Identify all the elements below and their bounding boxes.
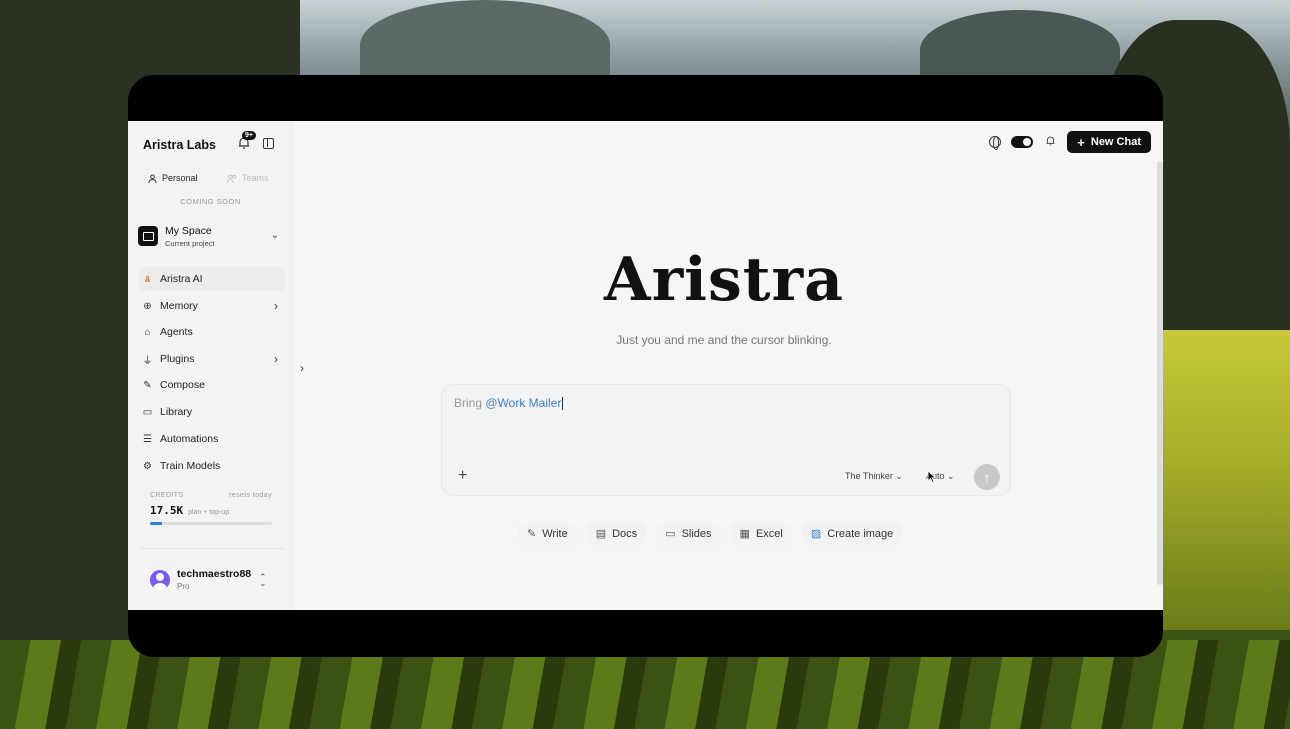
add-attachment-button[interactable]: + — [458, 467, 467, 485]
credits-panel: CREDITS resets today 17.5K plan + top-up — [150, 492, 272, 525]
aristra-logo-icon: ă — [144, 274, 150, 284]
sidebar-item-plugins[interactable]: ⏚ Plugins › — [138, 347, 286, 371]
sidebar-item-label: Library — [160, 406, 193, 418]
sidebar-toggle-icon[interactable] — [263, 138, 274, 149]
create-image-label: Create image — [827, 527, 894, 540]
divider — [140, 548, 285, 549]
sidebar-item-memory[interactable]: ⊕ Memory › — [138, 294, 286, 318]
chevron-down-icon: ⌄ — [895, 471, 903, 481]
user-name: techmaestro88 — [177, 568, 252, 580]
top-toolbar: + New Chat — [989, 131, 1151, 153]
monitor-icon: ▭ — [665, 528, 676, 540]
user-plan: Pro — [177, 582, 190, 591]
notification-badge: 9+ — [242, 131, 256, 140]
image-icon: ▨ — [810, 528, 822, 540]
input-prefix: Bring — [454, 396, 486, 410]
rice-field — [1160, 330, 1290, 630]
model-label: The Thinker — [845, 471, 893, 481]
credits-detail: plan + top-up — [188, 509, 230, 516]
slides-button[interactable]: ▭ Slides — [656, 522, 721, 545]
docs-button[interactable]: ▤ Docs — [586, 522, 647, 545]
project-subtitle: Current project — [165, 238, 215, 248]
sidebar-item-label: Agents — [160, 326, 193, 338]
sidebar-item-label: Automations — [160, 433, 219, 445]
hero-title: Aristra — [604, 245, 844, 315]
new-chat-button[interactable]: + New Chat — [1067, 131, 1151, 153]
sidebar-item-train-models[interactable]: ⚙ Train Models — [138, 454, 286, 478]
excel-button[interactable]: ▦ Excel — [730, 522, 792, 545]
document-icon: ▤ — [595, 528, 607, 540]
robot-icon: ⌂ — [144, 326, 151, 338]
project-title: My Space — [165, 224, 212, 237]
plus-icon: + — [1077, 134, 1085, 150]
sidebar-item-label: Memory — [160, 300, 198, 312]
scrollbar[interactable] — [1157, 161, 1163, 585]
coming-soon-label: COMING SOON — [180, 197, 241, 206]
brand-name: Aristra Labs — [143, 138, 216, 152]
chat-composer[interactable]: Bring @Work Mailer + The Thinker ⌄ Auto … — [441, 384, 1011, 496]
chevron-down-icon: ⌄ — [270, 230, 279, 241]
sidebar-item-aristra-ai[interactable]: ă Aristra AI — [138, 267, 286, 291]
gear-chip-icon: ⚙ — [143, 460, 152, 472]
app-screen: Aristra Labs 9+ Personal Teams COMING SO… — [128, 121, 1163, 610]
bell-icon[interactable] — [1043, 135, 1057, 150]
slides-label: Slides — [681, 527, 712, 540]
message-input[interactable]: Bring @Work Mailer — [454, 396, 564, 411]
sidebar: Aristra Labs 9+ Personal Teams COMING SO… — [128, 121, 293, 610]
credits-amount: 17.5K — [150, 504, 184, 517]
sidebar-item-label: Plugins — [160, 353, 195, 365]
user-icon — [148, 173, 157, 183]
credits-label: CREDITS — [150, 492, 184, 499]
folder-icon — [138, 226, 158, 246]
mouse-cursor-icon — [927, 470, 937, 483]
pencil-icon: ✎ — [527, 528, 537, 540]
tab-personal-label: Personal — [162, 173, 198, 183]
chevron-right-icon: › — [274, 299, 278, 313]
write-label: Write — [542, 527, 568, 540]
text-caret — [562, 397, 564, 411]
app-window: Aristra Labs 9+ Personal Teams COMING SO… — [128, 75, 1163, 657]
new-chat-label: New Chat — [1090, 136, 1141, 148]
sidebar-item-label: Compose — [160, 379, 205, 391]
theme-toggle[interactable] — [1011, 136, 1034, 148]
plug-icon: ⏚ — [142, 355, 153, 367]
docs-label: Docs — [612, 527, 638, 540]
send-button[interactable]: ↑ — [974, 464, 1000, 490]
user-menu[interactable]: techmaestro88 Pro — [150, 568, 251, 591]
tab-teams: Teams — [227, 173, 269, 183]
sidebar-item-automations[interactable]: ☰ Automations — [138, 427, 286, 451]
chevron-down-icon: ⌄ — [947, 471, 955, 481]
sidebar-item-agents[interactable]: ⌂ Agents — [138, 320, 286, 344]
chevron-right-icon: › — [274, 352, 278, 366]
tab-teams-label: Teams — [242, 173, 269, 183]
list-check-icon: ☰ — [143, 433, 152, 445]
avatar — [150, 569, 170, 590]
sidebar-item-compose[interactable]: ✎ Compose — [138, 373, 286, 397]
sidebar-item-library[interactable]: ▭ Library — [138, 400, 286, 424]
credits-usage-bar — [150, 522, 272, 525]
model-selector[interactable]: The Thinker ⌄ — [845, 471, 903, 482]
chevron-right-icon[interactable]: › — [300, 361, 304, 375]
users-icon — [227, 174, 236, 183]
bell-icon-svg — [1046, 136, 1055, 145]
sidebar-item-label: Train Models — [160, 460, 221, 472]
sidebar-item-label: Aristra AI — [160, 273, 203, 285]
tab-personal[interactable]: Personal — [148, 173, 198, 183]
brain-icon: ⊕ — [143, 300, 152, 312]
credits-usage-fill — [150, 522, 163, 525]
credits-reset: resets today — [229, 492, 272, 499]
hero-tagline: Just you and me and the cursor blinking. — [616, 333, 832, 347]
write-button[interactable]: ✎ Write — [518, 522, 577, 545]
project-selector[interactable]: My Space Current project ⌄ — [138, 221, 283, 251]
book-icon: ▭ — [142, 406, 153, 418]
mention-tag: @Work Mailer — [485, 396, 562, 410]
pencil-icon: ✎ — [143, 379, 152, 391]
quick-actions: ✎ Write ▤ Docs ▭ Slides ▦ Excel ▨ Create… — [518, 522, 903, 545]
create-image-button[interactable]: ▨ Create image — [801, 522, 903, 545]
table-icon: ▦ — [739, 528, 750, 540]
excel-label: Excel — [755, 527, 783, 540]
chevron-up-down-icon[interactable]: ⌃ ⌄ — [259, 573, 267, 588]
globe-icon[interactable] — [989, 136, 1002, 150]
arrow-up-icon: ↑ — [983, 469, 991, 485]
